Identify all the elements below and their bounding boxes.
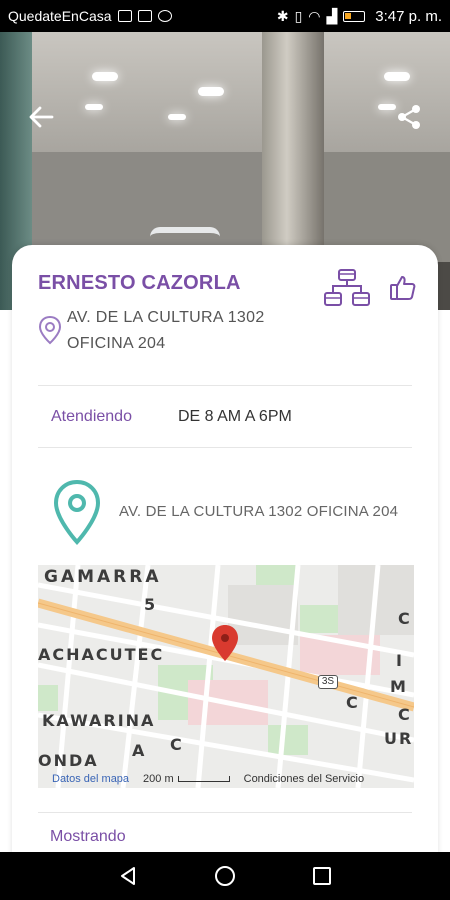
map-footer: Datos del mapa 200 m Condiciones del Ser… bbox=[38, 770, 414, 788]
profile-card: ERNESTO CAZORLA AV. DE LA CULTURA 1302 O… bbox=[12, 245, 438, 865]
home-circle-icon bbox=[214, 866, 235, 886]
map-scale: 200 m bbox=[143, 773, 230, 785]
map-label: ACHACUTEC bbox=[38, 645, 165, 664]
location-pin-icon bbox=[38, 315, 62, 345]
map-label: KAWARINA bbox=[42, 711, 156, 730]
map-label: M bbox=[390, 677, 408, 696]
thumbs-up-icon bbox=[390, 276, 416, 300]
share-icon bbox=[398, 105, 420, 129]
map-label: C bbox=[346, 693, 360, 712]
showing-label: Mostrando bbox=[50, 828, 126, 845]
signal-icon: ▟ bbox=[326, 7, 338, 24]
back-triangle-icon bbox=[121, 867, 136, 885]
like-button[interactable] bbox=[388, 273, 418, 303]
map-label: C bbox=[170, 735, 184, 754]
network-icon bbox=[324, 269, 370, 306]
wifi-icon: ◠ bbox=[308, 7, 321, 24]
map-terms-link[interactable]: Condiciones del Servicio bbox=[244, 773, 364, 785]
nav-home-button[interactable] bbox=[210, 861, 240, 891]
nav-back-button[interactable] bbox=[113, 861, 143, 891]
clock: 3:47 p. m. bbox=[375, 7, 442, 25]
hours-label: Atendiendo bbox=[51, 408, 132, 425]
location-map[interactable]: GAMARRA ACHACUTEC KAWARINA ONDA 5 C A C … bbox=[38, 565, 414, 788]
full-address: AV. DE LA CULTURA 1302 OFICINA 204 bbox=[119, 503, 399, 520]
divider bbox=[38, 447, 412, 448]
map-label: 5 bbox=[144, 595, 158, 614]
bluetooth-icon: ✱ bbox=[276, 7, 289, 24]
hours-value: DE 8 AM A 6PM bbox=[178, 408, 292, 425]
address-block: AV. DE LA CULTURA 1302 OFICINA 204 bbox=[67, 305, 265, 357]
map-label: GAMARRA bbox=[44, 567, 162, 587]
recents-square-icon bbox=[312, 867, 331, 885]
divider bbox=[38, 812, 412, 813]
map-scale-bar bbox=[177, 776, 230, 782]
navigation-bar bbox=[0, 852, 450, 900]
network-button[interactable] bbox=[324, 269, 370, 307]
address-line-2: OFICINA 204 bbox=[67, 335, 166, 352]
map-label: UR bbox=[384, 729, 414, 748]
arrow-left-icon bbox=[29, 106, 54, 128]
map-label: C bbox=[398, 705, 412, 724]
status-bar: QuedateEnCasa ✱ ▯ ◠ ▟ 3:47 p. m. bbox=[0, 0, 450, 32]
divider bbox=[38, 385, 412, 386]
map-label: C bbox=[398, 609, 412, 628]
screen: QuedateEnCasa ✱ ▯ ◠ ▟ 3:47 p. m. ERNESTO… bbox=[0, 0, 450, 900]
carrier-label: QuedateEnCasa bbox=[8, 8, 112, 24]
share-button[interactable] bbox=[394, 102, 428, 132]
notification-icon bbox=[117, 10, 132, 22]
battery-icon bbox=[343, 10, 366, 22]
map-scale-label: 200 m bbox=[143, 773, 174, 785]
whatsapp-icon bbox=[157, 10, 172, 22]
address-line-1: AV. DE LA CULTURA 1302 bbox=[67, 309, 265, 326]
back-button[interactable] bbox=[24, 102, 58, 132]
professional-name: ERNESTO CAZORLA bbox=[38, 272, 241, 294]
route-shield: 3S bbox=[318, 675, 338, 689]
nav-recents-button[interactable] bbox=[307, 861, 337, 891]
map-label: ONDA bbox=[38, 751, 99, 770]
vibrate-icon: ▯ bbox=[294, 7, 303, 24]
map-label: A bbox=[132, 741, 147, 760]
map-pin-icon bbox=[53, 479, 101, 545]
laptop-icon bbox=[137, 10, 152, 22]
map-label: I bbox=[396, 651, 404, 670]
map-data-link[interactable]: Datos del mapa bbox=[52, 773, 129, 785]
